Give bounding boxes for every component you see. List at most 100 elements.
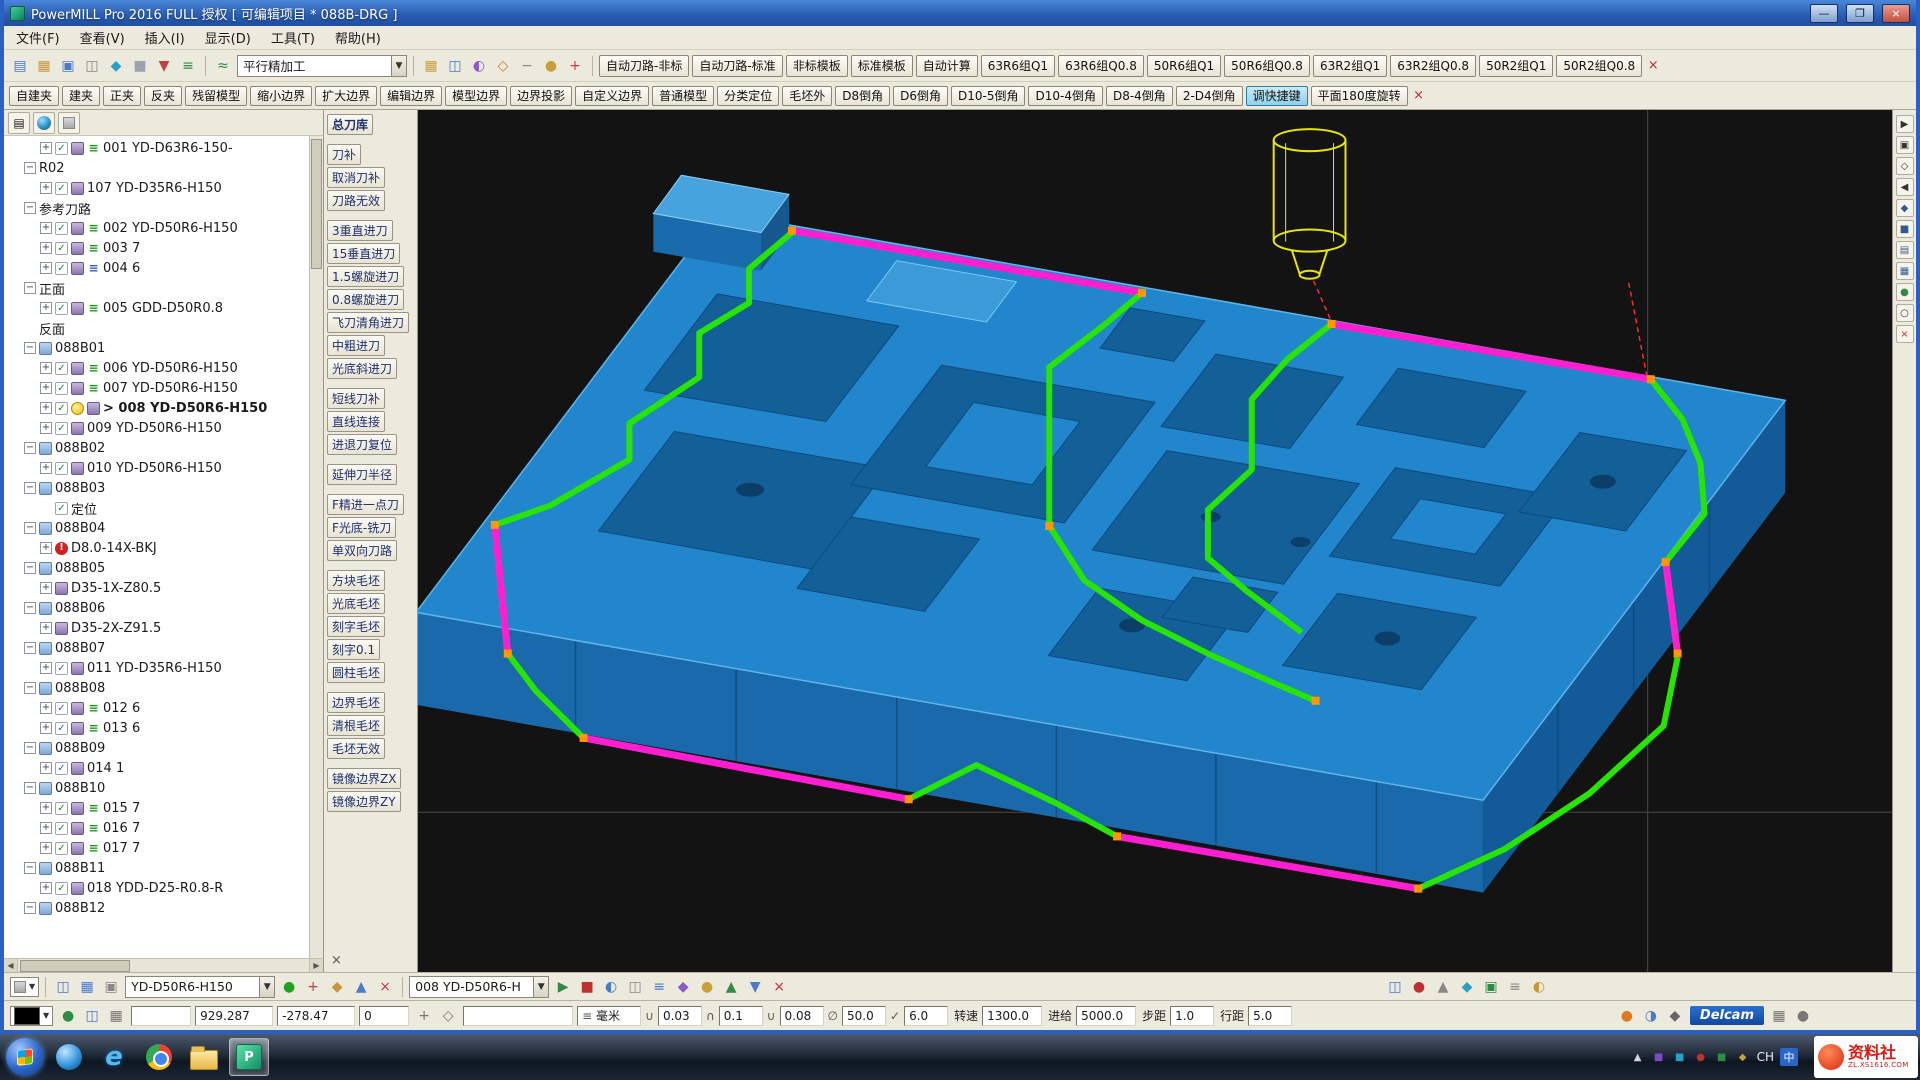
tool-library-button[interactable]: 总刀库 bbox=[327, 114, 374, 135]
tree-item[interactable]: − 088B12 bbox=[4, 898, 323, 918]
step-field[interactable]: 1.0 bbox=[1170, 1005, 1215, 1026]
tree-item[interactable]: + ✓ 009 YD-D50R6-H150 bbox=[4, 418, 323, 438]
toolbar-button[interactable]: 缩小边界 bbox=[250, 85, 313, 106]
tree-expander[interactable]: − bbox=[24, 862, 36, 874]
macro-button[interactable]: 边界毛坯 bbox=[327, 692, 386, 713]
half-icon[interactable]: ◐ bbox=[1528, 976, 1550, 998]
tree-item[interactable]: + ✓ ≡ 015 7 bbox=[4, 798, 323, 818]
thickness-field[interactable]: 0.1 bbox=[718, 1005, 763, 1026]
tray-app1-icon[interactable]: ■ bbox=[1651, 1049, 1667, 1065]
tray-expand-icon[interactable]: ▲ bbox=[1630, 1049, 1646, 1065]
toolbar-button[interactable]: 自动计算 bbox=[915, 54, 978, 77]
block-icon[interactable]: ■ bbox=[129, 55, 151, 77]
tree-item[interactable]: + ✓ ≡ 017 7 bbox=[4, 838, 323, 858]
tree-expander[interactable]: + bbox=[40, 382, 52, 394]
stopwatch-icon[interactable]: ● bbox=[540, 55, 562, 77]
macro-button[interactable]: 镜像边界ZY bbox=[327, 791, 401, 812]
print-icon[interactable]: ◫ bbox=[81, 55, 103, 77]
toolbar-button[interactable]: 63R2组Q0.8 bbox=[1390, 54, 1477, 77]
view-thumbnail-dropdown[interactable]: ▼ bbox=[10, 1005, 54, 1026]
toolbar-button[interactable]: 正夹 bbox=[103, 85, 142, 106]
shaded-view-icon[interactable]: ● bbox=[278, 976, 300, 998]
viewport-3d[interactable] bbox=[418, 110, 1892, 972]
tree-item[interactable]: + ✓ ≡ 006 YD-D50R6-H150 bbox=[4, 358, 323, 378]
macro-button[interactable]: 0.8螺旋进刀 bbox=[327, 289, 405, 310]
snap-icon[interactable]: ◇ bbox=[437, 1005, 459, 1027]
menu-item[interactable]: 查看(V) bbox=[70, 26, 135, 49]
grid-icon[interactable]: ▣ bbox=[100, 976, 122, 998]
collision-icon[interactable]: ◫ bbox=[624, 976, 646, 998]
tree-expander[interactable]: + bbox=[40, 242, 52, 254]
rail-close-icon[interactable]: × bbox=[1895, 325, 1914, 343]
taskbar-chrome-icon[interactable] bbox=[139, 1038, 179, 1076]
maximize-button[interactable]: ❐ bbox=[1846, 3, 1874, 23]
zoom-fit-icon[interactable]: ◇ bbox=[1895, 157, 1914, 175]
diameter-field[interactable]: 50.0 bbox=[842, 1005, 886, 1026]
tree-item[interactable]: 反面 bbox=[4, 318, 323, 338]
tree-item[interactable]: − 088B04 bbox=[4, 518, 323, 538]
taskbar-ie-icon[interactable]: e bbox=[94, 1038, 134, 1076]
verify-icon[interactable]: ▣ bbox=[1480, 976, 1502, 998]
toolbar-button[interactable]: 边界投影 bbox=[510, 85, 573, 106]
axis-icon[interactable]: + bbox=[413, 1005, 435, 1027]
stock-field[interactable]: 0.08 bbox=[779, 1005, 824, 1026]
toolbar-button[interactable]: 50R2组Q0.8 bbox=[1556, 54, 1643, 77]
tree-expander[interactable]: + bbox=[40, 302, 52, 314]
toolbar-button[interactable]: D8倒角 bbox=[835, 85, 891, 106]
length-field[interactable]: 6.0 bbox=[904, 1005, 949, 1026]
chevron-down-icon[interactable]: ▼ bbox=[533, 976, 549, 997]
macro-button[interactable]: 光底斜进刀 bbox=[327, 358, 398, 379]
clock-icon[interactable]: ● bbox=[696, 976, 718, 998]
macro-button[interactable]: 3重直进刀 bbox=[327, 220, 393, 241]
menu-item[interactable]: 插入(I) bbox=[135, 26, 195, 49]
toolbar-button[interactable]: 63R6组Q1 bbox=[980, 54, 1056, 77]
levels-small-icon[interactable]: ◫ bbox=[81, 1005, 103, 1027]
units-combo[interactable]: ≡ 毫米 bbox=[577, 1005, 642, 1026]
macro-button[interactable]: 清根毛坯 bbox=[327, 715, 386, 736]
tree-item[interactable]: − 088B02 bbox=[4, 438, 323, 458]
toolbar-button[interactable]: 50R2组Q1 bbox=[1479, 54, 1554, 77]
ime-small-icon[interactable]: ◑ bbox=[1640, 1005, 1662, 1027]
tree-item[interactable]: + ✓ 014 1 bbox=[4, 758, 323, 778]
shaded-icon[interactable]: ● bbox=[1895, 283, 1914, 301]
tool-create-icon[interactable]: ▼ bbox=[153, 55, 175, 77]
macro-button[interactable]: 方块毛坯 bbox=[327, 570, 386, 591]
toolbar-button[interactable]: 扩大边界 bbox=[315, 85, 378, 106]
toolbar-button[interactable]: 自动刀路-非标 bbox=[599, 54, 690, 77]
toolbar-button[interactable]: D10-5倒角 bbox=[951, 85, 1026, 106]
macro-button[interactable]: 飞刀清角进刀 bbox=[327, 312, 410, 333]
macro-button[interactable]: 光底毛坯 bbox=[327, 593, 386, 614]
simulate-play-icon[interactable]: ▶ bbox=[552, 976, 574, 998]
tree-expander[interactable]: − bbox=[24, 342, 36, 354]
iso-view-icon[interactable]: ◆ bbox=[1895, 199, 1914, 217]
tree-item[interactable]: + ✓ ≡ 004 6 bbox=[4, 258, 323, 278]
tree-expander[interactable]: − bbox=[24, 482, 36, 494]
tree-item[interactable]: − 088B09 bbox=[4, 738, 323, 758]
feed-field[interactable]: 5000.0 bbox=[1076, 1005, 1137, 1026]
macro-button[interactable]: 单双向刀路 bbox=[327, 540, 398, 561]
tree-expander[interactable]: + bbox=[40, 702, 52, 714]
chevron-down-icon[interactable]: ▼ bbox=[391, 55, 406, 76]
toolbar-button[interactable]: 调快捷键 bbox=[1245, 85, 1308, 106]
tree-expander[interactable]: + bbox=[40, 462, 52, 474]
tray-alert-icon[interactable]: ● bbox=[1693, 1049, 1709, 1065]
macro-button[interactable]: 短线刀补 bbox=[327, 388, 386, 409]
mirror-icon[interactable]: ◐ bbox=[468, 55, 490, 77]
draw-tool-icon[interactable]: + bbox=[302, 976, 324, 998]
grid-small-icon[interactable]: ▦ bbox=[105, 1005, 127, 1027]
levels-icon[interactable] bbox=[58, 111, 80, 134]
toolbar-button[interactable]: 毛坯外 bbox=[782, 85, 833, 106]
toolbar-button[interactable]: 编辑边界 bbox=[380, 85, 443, 106]
wireframe-icon[interactable]: ○ bbox=[1895, 304, 1914, 322]
macro-button[interactable]: 延伸刀半径 bbox=[327, 464, 398, 485]
side-view-icon[interactable]: ▦ bbox=[1895, 262, 1914, 280]
tree-expander[interactable]: + bbox=[40, 822, 52, 834]
tree-item[interactable]: − 088B10 bbox=[4, 778, 323, 798]
tolerance-field[interactable]: 0.03 bbox=[657, 1005, 702, 1026]
tree-expander[interactable]: + bbox=[40, 402, 52, 414]
macro-button[interactable]: F光底-铣刀 bbox=[327, 517, 397, 538]
tree-item[interactable]: + ✓ 011 YD-D35R6-H150 bbox=[4, 658, 323, 678]
toolbar-button[interactable]: 自定义边界 bbox=[575, 85, 650, 106]
front-view-icon[interactable]: ▤ bbox=[1895, 241, 1914, 259]
tree-expander[interactable]: − bbox=[24, 602, 36, 614]
